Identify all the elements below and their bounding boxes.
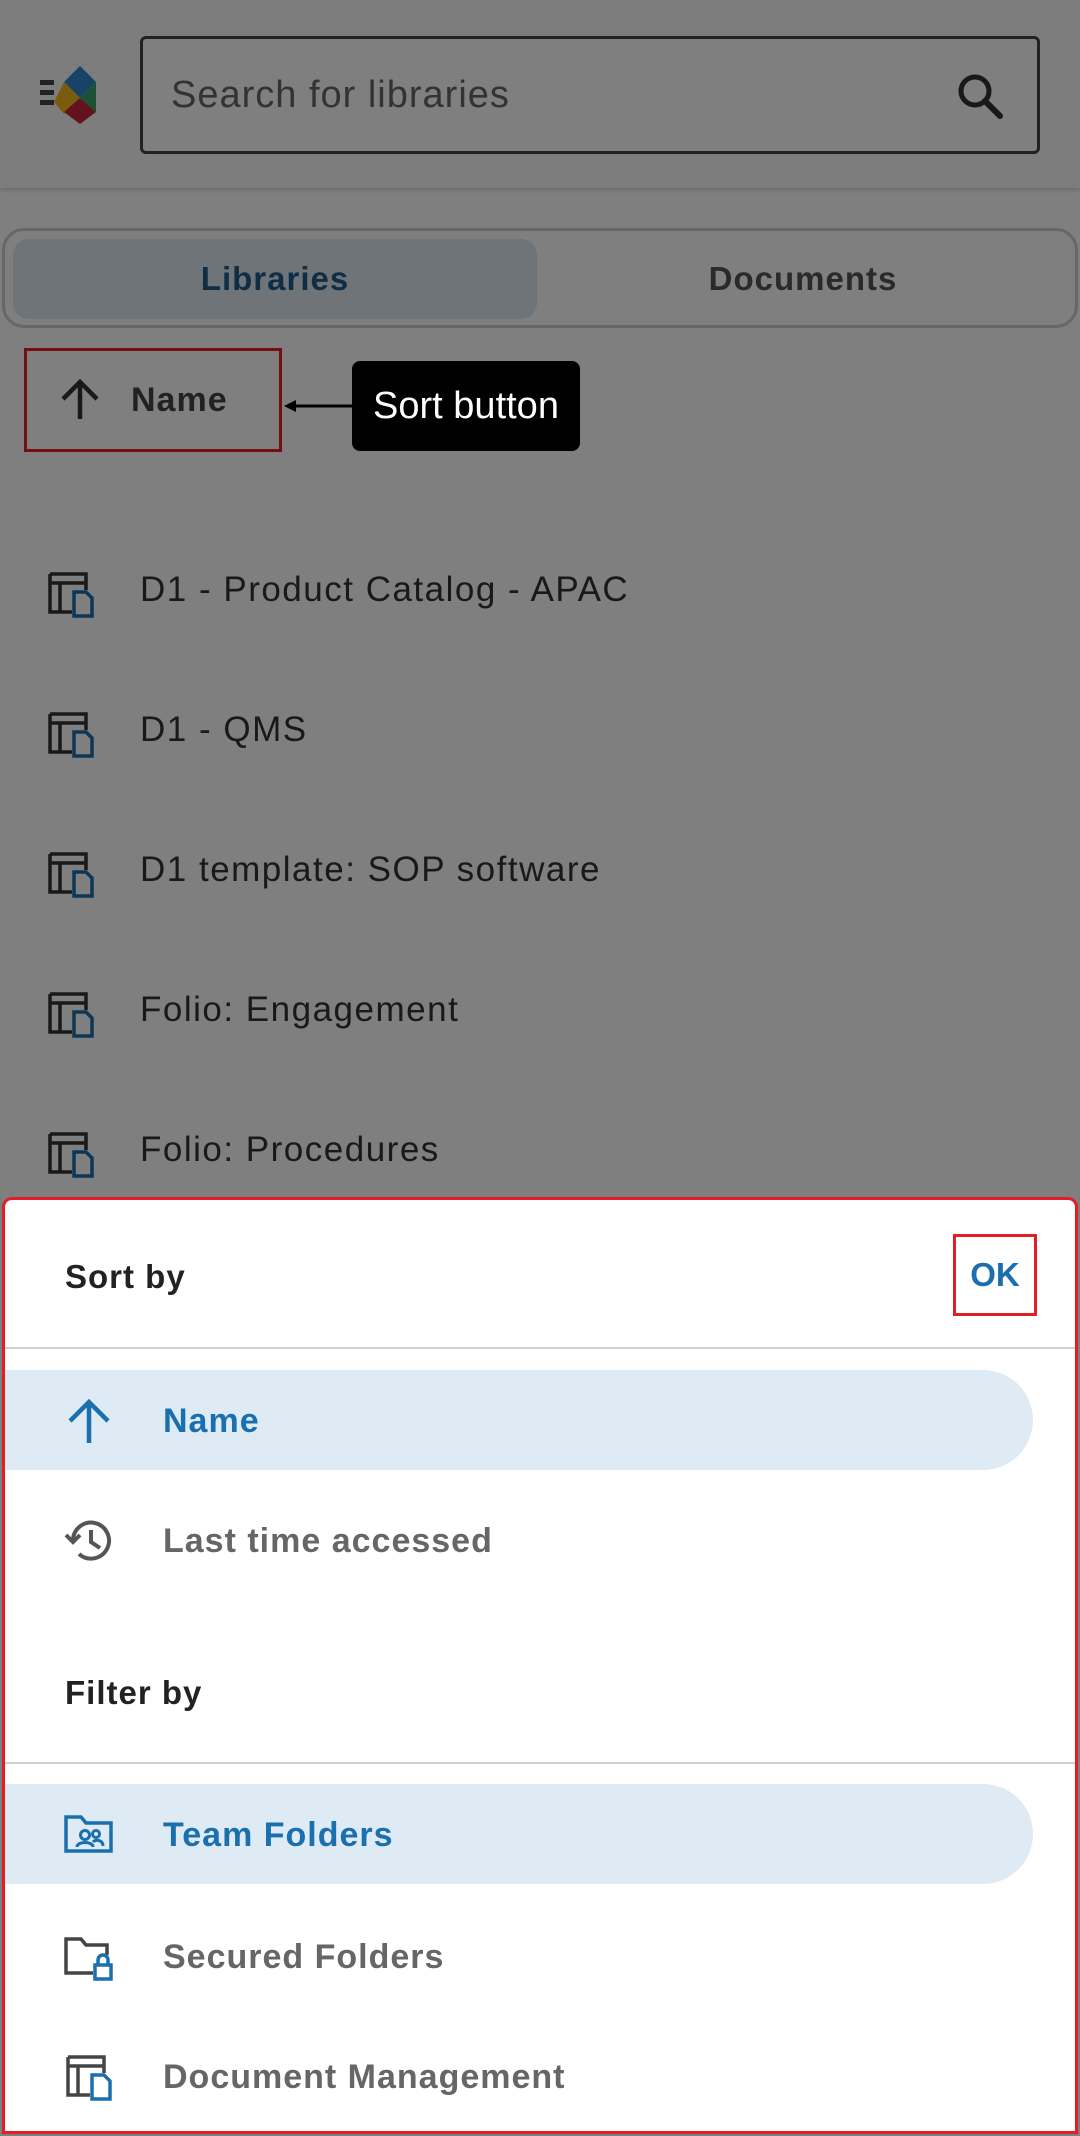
top-app-bar bbox=[0, 0, 1080, 188]
search-box bbox=[140, 36, 1040, 154]
annotation-label: Sort button bbox=[352, 361, 580, 451]
tab-libraries[interactable]: Libraries bbox=[13, 239, 537, 319]
sort-option-last-accessed[interactable]: Last time accessed bbox=[5, 1490, 1033, 1590]
library-name: D1 - Product Catalog - APAC bbox=[140, 570, 630, 609]
ok-button[interactable]: OK bbox=[953, 1234, 1037, 1316]
library-icon bbox=[48, 1132, 94, 1178]
filter-option-document-management[interactable]: Document Management bbox=[5, 2026, 1033, 2126]
sort-button[interactable]: Name bbox=[24, 348, 282, 452]
tab-bar: Libraries Documents bbox=[2, 228, 1078, 328]
library-name: D1 template: SOP software bbox=[140, 850, 601, 889]
library-icon bbox=[48, 712, 94, 758]
sort-button-label: Name bbox=[131, 380, 228, 419]
library-icon bbox=[48, 992, 94, 1038]
filter-option-label: Document Management bbox=[163, 2058, 566, 2096]
library-icon bbox=[66, 2055, 112, 2101]
filter-option-secured-folders[interactable]: Secured Folders bbox=[5, 1906, 1033, 2006]
divider bbox=[5, 1347, 1075, 1349]
list-item[interactable]: D1 - Product Catalog - APAC bbox=[0, 522, 1080, 662]
sort-option-label: Name bbox=[163, 1402, 260, 1440]
secured-folder-icon bbox=[64, 1937, 113, 1981]
list-item[interactable]: D1 - QMS bbox=[0, 662, 1080, 802]
tab-documents[interactable]: Documents bbox=[541, 239, 1065, 319]
team-folder-icon bbox=[64, 1815, 113, 1853]
filter-option-label: Team Folders bbox=[163, 1816, 394, 1854]
arrow-up-icon bbox=[61, 378, 99, 419]
filter-option-team-folders[interactable]: Team Folders bbox=[5, 1784, 1033, 1884]
search-icon[interactable] bbox=[955, 71, 1005, 121]
sort-option-name[interactable]: Name bbox=[5, 1370, 1033, 1470]
search-input[interactable] bbox=[171, 39, 931, 151]
list-item[interactable]: D1 template: SOP software bbox=[0, 802, 1080, 942]
list-item[interactable]: Folio: Engagement bbox=[0, 942, 1080, 1082]
divider bbox=[5, 1762, 1075, 1764]
arrow-up-icon bbox=[68, 1398, 110, 1443]
library-name: Folio: Engagement bbox=[140, 990, 460, 1029]
annotation-arrow-icon bbox=[284, 400, 354, 412]
filter-by-title: Filter by bbox=[65, 1674, 203, 1711]
history-icon bbox=[64, 1520, 111, 1561]
library-icon bbox=[48, 572, 94, 618]
filter-option-label: Secured Folders bbox=[163, 1938, 445, 1976]
library-name: Folio: Procedures bbox=[140, 1130, 440, 1169]
library-name: D1 - QMS bbox=[140, 710, 308, 749]
app-logo-icon[interactable] bbox=[34, 58, 106, 130]
library-icon bbox=[48, 852, 94, 898]
sort-filter-sheet: Sort by OK Name Last time accessed Filte… bbox=[2, 1197, 1078, 2134]
sort-by-title: Sort by bbox=[65, 1258, 186, 1295]
sort-option-label: Last time accessed bbox=[163, 1522, 493, 1560]
library-list: D1 - Product Catalog - APAC D1 - QMS D1 … bbox=[0, 522, 1080, 1222]
